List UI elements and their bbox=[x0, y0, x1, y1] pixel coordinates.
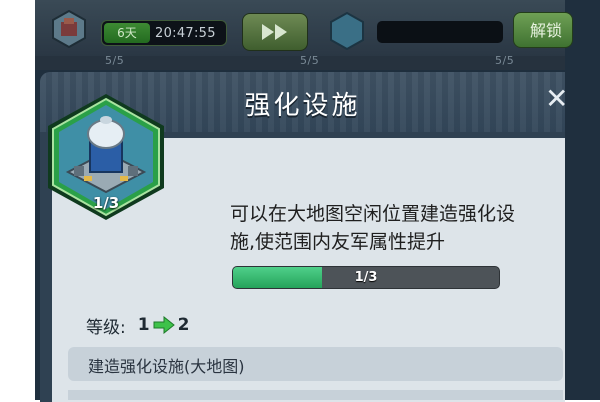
facility-count-label: 1/3 bbox=[92, 194, 120, 212]
empty-hex-slot-icon[interactable] bbox=[329, 12, 365, 50]
level-label: 等级: bbox=[86, 317, 126, 338]
build-progress-bar: 1/3 bbox=[232, 266, 500, 289]
description-line: 施,使范围内友军属性提升 bbox=[230, 231, 446, 253]
description-line: 可以在大地图空闲位置建造强化设 bbox=[230, 203, 516, 225]
section-header: 建造强化设施(大地图) bbox=[88, 357, 245, 376]
top-hud: 6天 20:47:55 解锁 bbox=[35, 0, 573, 58]
fast-forward-button[interactable] bbox=[242, 13, 308, 51]
event-timer: 6天 20:47:55 bbox=[101, 20, 227, 46]
next-section-bar bbox=[68, 390, 563, 400]
timer-clock: 20:47:55 bbox=[155, 25, 216, 41]
facility-description: 可以在大地图空闲位置建造强化设 施,使范围内友军属性提升 bbox=[230, 200, 560, 256]
hud-counter: 5/5 bbox=[300, 54, 320, 67]
timer-days: 6天 bbox=[104, 23, 150, 43]
unlock-button[interactable]: 解锁 bbox=[513, 12, 573, 48]
arrow-right-icon bbox=[153, 316, 175, 334]
hud-counter: 5/5 bbox=[105, 54, 125, 67]
empty-info-bar bbox=[377, 21, 503, 43]
close-icon[interactable]: ✕ bbox=[545, 85, 568, 113]
base-hex-icon[interactable] bbox=[51, 10, 87, 48]
hud-counter-strip: 5/5 5/5 5/5 bbox=[35, 54, 565, 70]
level-from: 1 bbox=[137, 315, 150, 335]
level-to: 2 bbox=[177, 315, 190, 335]
fast-forward-icon bbox=[262, 24, 287, 40]
hud-counter: 5/5 bbox=[495, 54, 515, 67]
progress-label: 1/3 bbox=[354, 270, 378, 285]
level-row: 等级: 1 2 bbox=[86, 313, 190, 338]
